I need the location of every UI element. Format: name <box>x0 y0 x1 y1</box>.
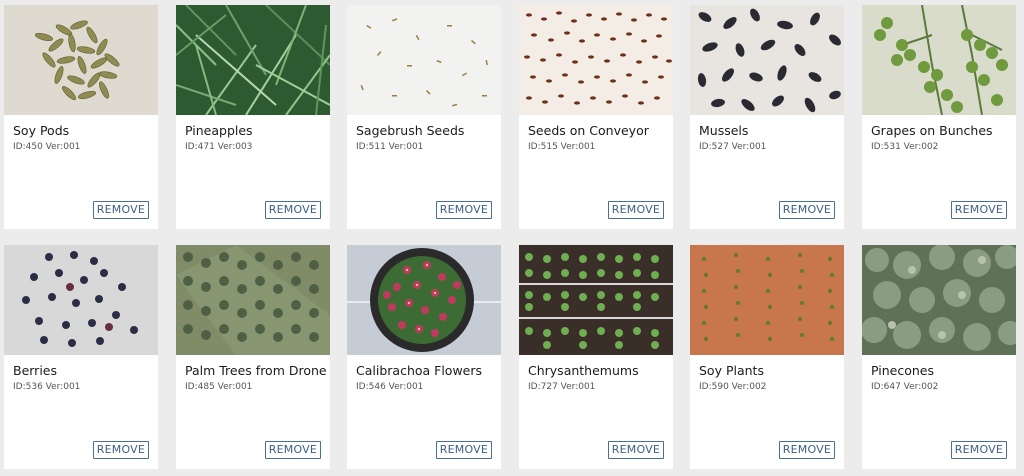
remove-button[interactable]: REMOVE <box>778 441 835 459</box>
dataset-card[interactable]: Mussels ID:527 Ver:001 REMOVE <box>690 5 844 229</box>
dataset-card[interactable]: Palm Trees from Drone ID:485 Ver:001 REM… <box>176 245 330 469</box>
dataset-title: Soy Plants <box>699 363 764 378</box>
dataset-title: Pinecones <box>871 363 934 378</box>
remove-button[interactable]: REMOVE <box>950 201 1007 219</box>
dataset-id-version: ID:647 Ver:002 <box>871 382 939 392</box>
dataset-card[interactable]: Soy Pods ID:450 Ver:001 REMOVE <box>4 5 158 229</box>
dataset-card[interactable]: Chrysanthemums ID:727 Ver:001 REMOVE <box>519 245 673 469</box>
dataset-id-version: ID:450 Ver:001 <box>13 142 81 152</box>
calibrachoa-thumbnail[interactable] <box>347 245 501 355</box>
dataset-id-version: ID:485 Ver:001 <box>185 382 253 392</box>
remove-button[interactable]: REMOVE <box>435 201 492 219</box>
dataset-card[interactable]: Grapes on Bunches ID:531 Ver:002 REMOVE <box>862 5 1016 229</box>
dataset-id-version: ID:471 Ver:003 <box>185 142 253 152</box>
dataset-title: Grapes on Bunches <box>871 123 993 138</box>
dataset-title: Sagebrush Seeds <box>356 123 465 138</box>
dataset-grid: Soy Pods ID:450 Ver:001 REMOVE Pineapple… <box>0 0 1024 476</box>
dataset-id-version: ID:536 Ver:001 <box>13 382 81 392</box>
dataset-id-version: ID:527 Ver:001 <box>699 142 767 152</box>
remove-button[interactable]: REMOVE <box>264 201 321 219</box>
dataset-title: Chrysanthemums <box>528 363 639 378</box>
dataset-title: Berries <box>13 363 58 378</box>
dataset-id-version: ID:590 Ver:002 <box>699 382 767 392</box>
dataset-id-version: ID:531 Ver:002 <box>871 142 939 152</box>
dataset-card[interactable]: Soy Plants ID:590 Ver:002 REMOVE <box>690 245 844 469</box>
dataset-title: Calibrachoa Flowers <box>356 363 483 378</box>
dataset-card[interactable]: Pineapples ID:471 Ver:003 REMOVE <box>176 5 330 229</box>
dataset-title: Palm Trees from Drone <box>185 363 327 378</box>
remove-button[interactable]: REMOVE <box>950 441 1007 459</box>
dataset-card[interactable]: Calibrachoa Flowers ID:546 Ver:001 REMOV… <box>347 245 501 469</box>
dataset-id-version: ID:511 Ver:001 <box>356 142 424 152</box>
soy-plants-thumbnail[interactable] <box>690 245 844 355</box>
palm-trees-thumbnail[interactable] <box>176 245 330 355</box>
dataset-title: Seeds on Conveyor <box>528 123 649 138</box>
dataset-id-version: ID:727 Ver:001 <box>528 382 596 392</box>
remove-button[interactable]: REMOVE <box>607 441 664 459</box>
remove-button[interactable]: REMOVE <box>607 201 664 219</box>
dataset-id-version: ID:546 Ver:001 <box>356 382 424 392</box>
remove-button[interactable]: REMOVE <box>435 441 492 459</box>
remove-button[interactable]: REMOVE <box>92 441 149 459</box>
dataset-title: Pineapples <box>185 123 253 138</box>
chrysanthemums-thumbnail[interactable] <box>519 245 673 355</box>
grapes-thumbnail[interactable] <box>862 5 1016 115</box>
seeds-conveyor-thumbnail[interactable] <box>519 5 673 115</box>
berries-thumbnail[interactable] <box>4 245 158 355</box>
dataset-title: Mussels <box>699 123 749 138</box>
pinecones-thumbnail[interactable] <box>862 245 1016 355</box>
dataset-card[interactable]: Pinecones ID:647 Ver:002 REMOVE <box>862 245 1016 469</box>
sagebrush-seeds-thumbnail[interactable] <box>347 5 501 115</box>
remove-button[interactable]: REMOVE <box>778 201 835 219</box>
soy-pods-thumbnail[interactable] <box>4 5 158 115</box>
dataset-card[interactable]: Berries ID:536 Ver:001 REMOVE <box>4 245 158 469</box>
dataset-card[interactable]: Seeds on Conveyor ID:515 Ver:001 REMOVE <box>519 5 673 229</box>
dataset-id-version: ID:515 Ver:001 <box>528 142 596 152</box>
remove-button[interactable]: REMOVE <box>92 201 149 219</box>
dataset-title: Soy Pods <box>13 123 70 138</box>
remove-button[interactable]: REMOVE <box>264 441 321 459</box>
mussels-thumbnail[interactable] <box>690 5 844 115</box>
pineapples-thumbnail[interactable] <box>176 5 330 115</box>
dataset-card[interactable]: Sagebrush Seeds ID:511 Ver:001 REMOVE <box>347 5 501 229</box>
